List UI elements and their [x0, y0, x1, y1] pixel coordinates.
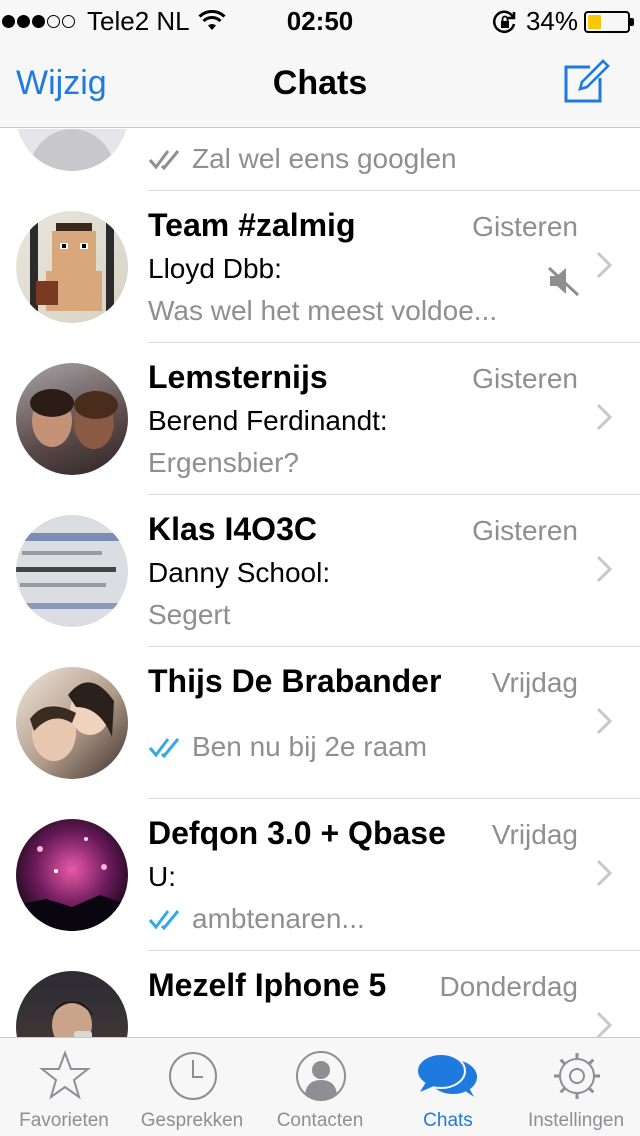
contact-icon	[296, 1051, 346, 1101]
chat-time: Gisteren	[472, 211, 578, 242]
tab-label: Favorieten	[19, 1110, 109, 1131]
avatar	[16, 129, 128, 171]
gear-icon	[554, 1053, 600, 1099]
compose-icon[interactable]	[560, 58, 610, 108]
chat-time: Gisteren	[472, 363, 578, 394]
read-ticks-icon	[148, 150, 180, 171]
tab-label: Contacten	[276, 1110, 364, 1131]
chat-name: Klas I4O3C	[148, 511, 317, 547]
chat-row[interactable]: Defqon 3.0 + Qbase Vrijdag U: ambtenaren…	[0, 799, 640, 951]
read-ticks-icon	[148, 910, 180, 931]
battery-icon	[584, 10, 634, 33]
status-right: 34%	[492, 6, 634, 37]
battery-percent: 34%	[525, 6, 578, 36]
chat-row[interactable]: Klas I4O3C Gisteren Danny School: Segert	[0, 495, 640, 647]
chat-preview: Segert	[148, 599, 231, 630]
chat-name: Defqon 3.0 + Qbase	[148, 815, 446, 851]
tab-bar: Favorieten Gesprekken Contacten Chats In…	[0, 1037, 640, 1136]
rotation-lock-icon	[493, 10, 516, 33]
nav-bar: Wijzig Chats	[0, 40, 640, 128]
chat-name: Team #zalmig	[148, 207, 356, 243]
chat-preview: Zal wel eens googlen	[148, 143, 457, 175]
tab-instellingen[interactable]: Instellingen	[512, 1038, 640, 1136]
chevron-right-icon	[596, 1011, 612, 1037]
chat-row[interactable]: Zal wel eens googlen	[0, 129, 640, 191]
avatar	[16, 515, 128, 627]
chat-time: Donderdag	[439, 971, 578, 1002]
tab-gesprekken[interactable]: Gesprekken	[128, 1038, 256, 1136]
clock-icon	[169, 1052, 217, 1100]
tab-label: Chats	[423, 1110, 473, 1131]
page-title: Chats	[272, 64, 368, 102]
chat-row[interactable]: Team #zalmig Gisteren Lloyd Dbb: Was wel…	[0, 191, 640, 343]
tab-contacten[interactable]: Contacten	[256, 1038, 384, 1136]
chevron-right-icon	[596, 707, 612, 735]
tab-chats[interactable]: Chats	[384, 1038, 512, 1136]
chat-sender: U:	[148, 861, 176, 892]
chat-list[interactable]: Zal wel eens googlen Team #zalmig Gister…	[0, 129, 640, 1037]
chat-row[interactable]: Mezelf Iphone 5 Donderdag	[0, 951, 640, 1037]
chat-row[interactable]: Thijs De Brabander Vrijdag Ben nu bij 2e…	[0, 647, 640, 799]
chevron-right-icon	[596, 859, 612, 887]
avatar	[16, 667, 128, 779]
chats-icon	[416, 1053, 477, 1097]
avatar	[16, 971, 128, 1037]
chevron-right-icon	[596, 251, 612, 279]
read-ticks-icon	[148, 738, 180, 759]
chat-sender: Berend Ferdinandt:	[148, 405, 388, 436]
tab-label: Gesprekken	[140, 1110, 244, 1131]
avatar	[16, 363, 128, 475]
tab-favorieten[interactable]: Favorieten	[0, 1038, 128, 1136]
chat-preview: Ergensbier?	[148, 447, 299, 478]
chat-sender: Lloyd Dbb:	[148, 253, 282, 284]
chat-sender: Danny School:	[148, 557, 331, 588]
mute-icon	[547, 266, 580, 297]
chat-preview: Ben nu bij 2e raam	[148, 731, 427, 763]
status-bar: Tele2 NL 02:50 34%	[0, 0, 640, 40]
chevron-right-icon	[596, 403, 612, 431]
chat-time: Vrijdag	[491, 819, 578, 850]
chevron-right-icon	[596, 555, 612, 583]
chat-time: Vrijdag	[491, 667, 578, 698]
avatar	[16, 819, 128, 931]
avatar	[16, 211, 128, 323]
chat-row[interactable]: Lemsternijs Gisteren Berend Ferdinandt: …	[0, 343, 640, 495]
tab-label: Instellingen	[527, 1110, 625, 1131]
chat-name: Lemsternijs	[148, 359, 328, 395]
chat-preview: ambtenaren...	[148, 903, 365, 935]
chat-time: Gisteren	[472, 515, 578, 546]
chat-name: Thijs De Brabander	[148, 663, 442, 699]
star-icon	[39, 1050, 91, 1100]
chat-name: Mezelf Iphone 5	[148, 967, 387, 1003]
battery-level	[588, 14, 601, 29]
chat-preview: Was wel het meest voldoe...	[148, 295, 498, 326]
